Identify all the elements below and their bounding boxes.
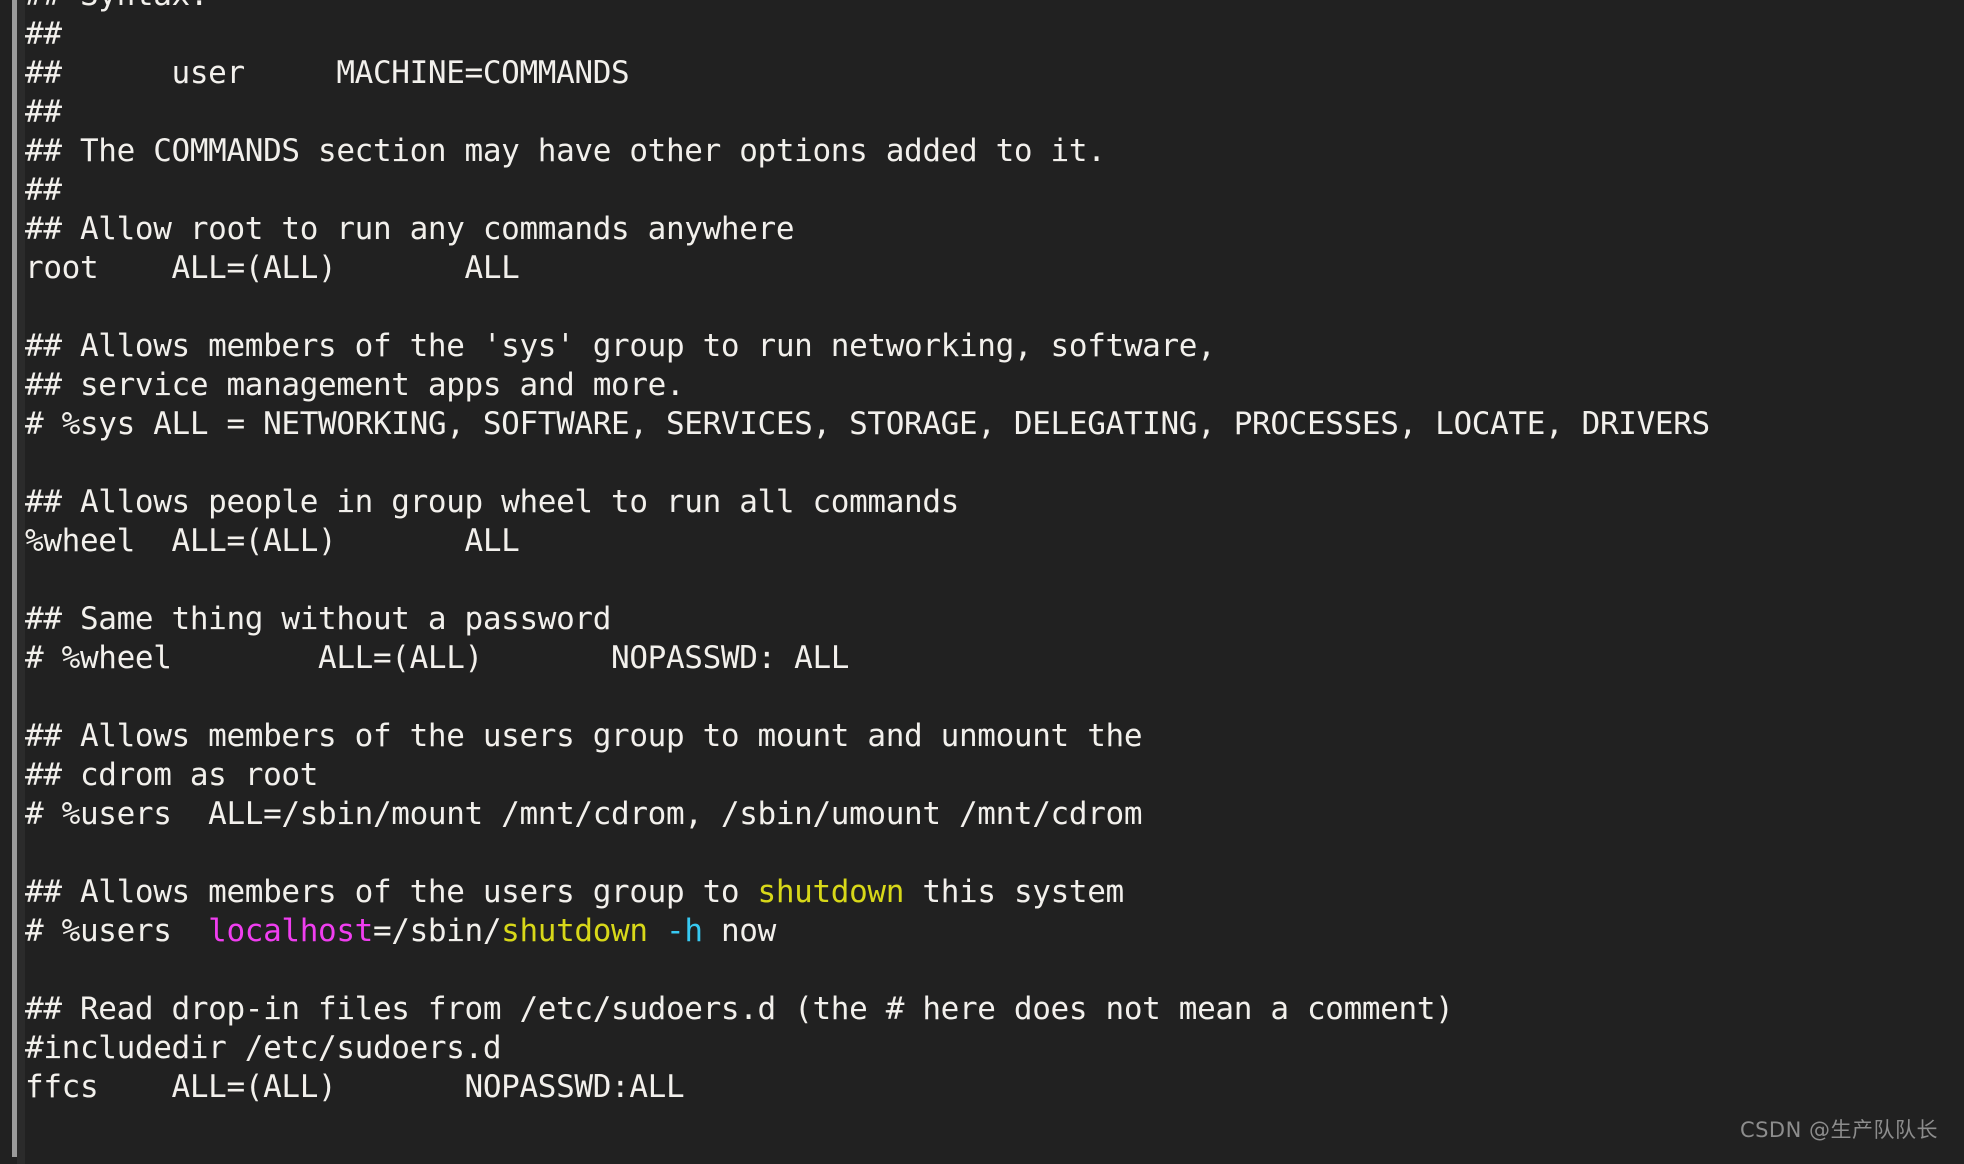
code-token: ## Allows members of the users group to … bbox=[25, 718, 1143, 754]
code-line[interactable]: ## Allows members of the users group to … bbox=[25, 717, 1955, 756]
code-line[interactable]: ## Allows people in group wheel to run a… bbox=[25, 483, 1955, 522]
code-token: ## Syntax: bbox=[25, 0, 208, 13]
code-line[interactable]: # %wheel ALL=(ALL) NOPASSWD: ALL bbox=[25, 639, 1955, 678]
code-line[interactable]: ## cdrom as root bbox=[25, 756, 1955, 795]
code-line[interactable] bbox=[25, 951, 1955, 990]
code-line[interactable]: ## Allow root to run any commands anywhe… bbox=[25, 210, 1955, 249]
code-line[interactable]: ## bbox=[25, 171, 1955, 210]
code-token: root ALL=(ALL) ALL bbox=[25, 250, 520, 286]
code-token: ## Read drop-in files from /etc/sudoers.… bbox=[25, 991, 1454, 1027]
code-token: # %users bbox=[25, 913, 209, 949]
code-token: shutdown bbox=[757, 874, 905, 910]
code-token: ## Same thing without a password bbox=[25, 601, 612, 637]
code-line[interactable] bbox=[25, 444, 1955, 483]
code-token: ## Allows people in group wheel to run a… bbox=[25, 484, 959, 520]
code-line[interactable]: ## The COMMANDS section may have other o… bbox=[25, 132, 1955, 171]
code-token: now bbox=[702, 913, 776, 949]
code-token: # %users ALL=/sbin/mount /mnt/cdrom, /sb… bbox=[25, 796, 1143, 832]
code-token: ## cdrom as root bbox=[25, 757, 319, 793]
code-token: ## user MACHINE=COMMANDS bbox=[25, 55, 630, 91]
code-line[interactable]: ffcs ALL=(ALL) NOPASSWD:ALL bbox=[25, 1068, 1955, 1107]
code-token: # %sys ALL = NETWORKING, SOFTWARE, SERVI… bbox=[25, 406, 1710, 442]
code-token: -h bbox=[666, 913, 703, 949]
code-line[interactable]: root ALL=(ALL) ALL bbox=[25, 249, 1955, 288]
code-token: this system bbox=[904, 874, 1124, 910]
editor-gutter bbox=[17, 0, 25, 1164]
code-token: ## service management apps and more. bbox=[25, 367, 685, 403]
code-token: ## bbox=[25, 94, 62, 130]
code-token: =/sbin/ bbox=[372, 913, 502, 949]
code-line[interactable]: # %users localhost=/sbin/shutdown -h now bbox=[25, 912, 1955, 951]
code-token: ## bbox=[25, 172, 62, 208]
code-line[interactable]: ## Read drop-in files from /etc/sudoers.… bbox=[25, 990, 1955, 1029]
code-token: #includedir /etc/sudoers.d bbox=[25, 1030, 502, 1066]
code-line[interactable]: ## Allows members of the 'sys' group to … bbox=[25, 327, 1955, 366]
code-token: # %wheel ALL=(ALL) NOPASSWD: ALL bbox=[25, 640, 850, 676]
code-line[interactable]: ## bbox=[25, 15, 1955, 54]
code-token: ## Allows members of the users group to bbox=[25, 874, 758, 910]
code-line[interactable]: ## bbox=[25, 93, 1955, 132]
code-line[interactable] bbox=[25, 834, 1955, 873]
code-line[interactable]: %wheel ALL=(ALL) ALL bbox=[25, 522, 1955, 561]
code-token: %wheel ALL=(ALL) ALL bbox=[25, 523, 520, 559]
code-line[interactable] bbox=[25, 678, 1955, 717]
code-line[interactable]: ## Same thing without a password bbox=[25, 600, 1955, 639]
code-line[interactable] bbox=[25, 561, 1955, 600]
code-line[interactable]: # %users ALL=/sbin/mount /mnt/cdrom, /sb… bbox=[25, 795, 1955, 834]
watermark-label: CSDN @生产队队长 bbox=[1739, 1118, 1938, 1142]
code-token: ffcs ALL=(ALL) NOPASSWD:ALL bbox=[25, 1069, 685, 1105]
code-line[interactable]: # %sys ALL = NETWORKING, SOFTWARE, SERVI… bbox=[25, 405, 1955, 444]
code-line[interactable]: ## Syntax: bbox=[25, 0, 1955, 15]
code-content[interactable]: ## Syntax:#### user MACHINE=COMMANDS####… bbox=[25, 0, 1955, 1107]
code-token: ## bbox=[25, 16, 62, 52]
code-token: shutdown bbox=[501, 913, 648, 949]
code-line[interactable]: ## Allows members of the users group to … bbox=[25, 873, 1955, 912]
code-token: ## Allow root to run any commands anywhe… bbox=[25, 211, 795, 247]
code-token: ## The COMMANDS section may have other o… bbox=[25, 133, 1106, 169]
code-line[interactable]: #includedir /etc/sudoers.d bbox=[25, 1029, 1955, 1068]
code-token: ## Allows members of the 'sys' group to … bbox=[25, 328, 1216, 364]
code-line[interactable]: ## user MACHINE=COMMANDS bbox=[25, 54, 1955, 93]
text-editor-window: ## Syntax:#### user MACHINE=COMMANDS####… bbox=[0, 0, 1964, 1164]
code-line[interactable]: ## service management apps and more. bbox=[25, 366, 1955, 405]
code-line[interactable] bbox=[25, 288, 1955, 327]
code-token: localhost bbox=[208, 913, 373, 949]
